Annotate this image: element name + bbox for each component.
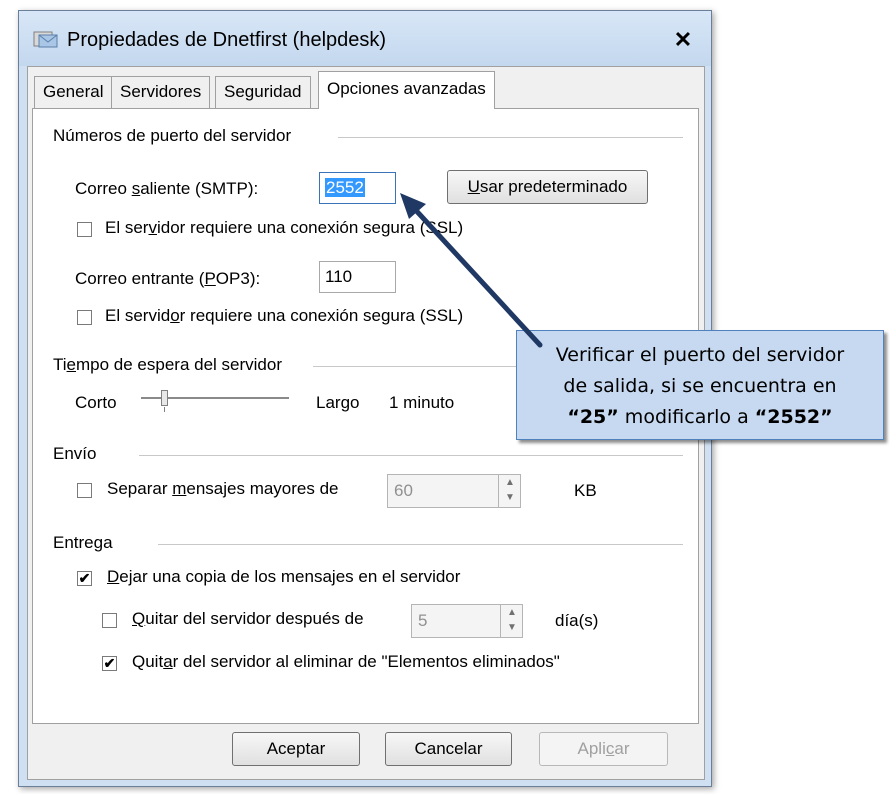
callout-old-port: “25”: [567, 406, 619, 428]
delivery-group-divider: [158, 544, 683, 545]
spin-up-icon[interactable]: ▲: [501, 605, 523, 620]
spin-down-icon[interactable]: ▼: [501, 620, 523, 635]
cancel-button[interactable]: Cancelar: [385, 732, 512, 766]
timeout-slider[interactable]: [141, 389, 289, 412]
remove-deleted-checkbox[interactable]: ✔: [102, 656, 117, 671]
split-size-value: 60: [394, 481, 413, 500]
remove-deleted-label: Quitar del servidor al eliminar de "Elem…: [132, 652, 560, 671]
remove-after-checkbox[interactable]: [102, 613, 117, 628]
spin-down-icon[interactable]: ▼: [499, 490, 521, 505]
split-messages-label: Separar mensajes mayores de: [107, 479, 339, 498]
sending-group-divider: [139, 455, 683, 456]
ports-group-title: Números de puerto del servidor: [53, 126, 292, 145]
callout-line-3: “25” modificarlo a “2552”: [517, 402, 883, 433]
split-size-unit: KB: [574, 481, 597, 500]
tab-seguridad[interactable]: Seguridad: [215, 76, 311, 108]
leave-copy-checkbox[interactable]: ✔: [77, 571, 92, 586]
leave-copy-label: Dejar una copia de los mensajes en el se…: [107, 567, 461, 586]
callout-line-2: de salida, si se encuentra en: [563, 375, 837, 397]
pop3-port-input[interactable]: 110: [319, 261, 396, 293]
split-size-spinner[interactable]: 60 ▲ ▼: [387, 474, 521, 508]
apply-button[interactable]: Aplicar: [539, 732, 668, 766]
split-messages-checkbox[interactable]: [77, 483, 92, 498]
remove-after-spinner[interactable]: 5 ▲ ▼: [411, 604, 523, 638]
split-size-stepper[interactable]: ▲ ▼: [498, 475, 521, 507]
timeout-value: 1 minuto: [389, 393, 455, 412]
tab-opciones-avanzadas[interactable]: Opciones avanzadas: [318, 71, 495, 109]
title-bar[interactable]: Propiedades de Dnetfirst (helpdesk) ✕: [19, 11, 711, 66]
spin-up-icon[interactable]: ▲: [499, 475, 521, 490]
smtp-label: Correo saliente (SMTP):: [75, 179, 259, 198]
smtp-port-value: 2552: [325, 178, 365, 197]
pop3-label: Correo entrante (POP3):: [75, 269, 261, 288]
mail-account-icon: [33, 31, 58, 48]
annotation-callout: Verificar el puerto del servidor de sali…: [516, 330, 884, 440]
window-title: Propiedades de Dnetfirst (helpdesk): [67, 29, 387, 51]
timeout-group-title: Tiempo de espera del servidor: [53, 355, 283, 374]
close-icon: ✕: [673, 27, 693, 52]
timeout-long-label: Largo: [316, 393, 360, 412]
smtp-ssl-checkbox[interactable]: [77, 222, 92, 237]
callout-line-1: Verificar el puerto del servidor: [555, 344, 845, 366]
timeout-short-label: Corto: [75, 393, 117, 412]
callout-mid-text: modificarlo a: [618, 406, 755, 428]
remove-after-unit: día(s): [555, 611, 599, 630]
slider-thumb[interactable]: [161, 390, 168, 406]
remove-after-label: Quitar del servidor después de: [132, 609, 364, 628]
smtp-ssl-label: El servidor requiere una conexión segura…: [105, 218, 464, 237]
ports-group-divider: [338, 137, 683, 138]
use-default-button[interactable]: Usar predeterminado: [447, 170, 648, 204]
remove-after-value: 5: [418, 611, 428, 630]
tab-servidores[interactable]: Servidores: [111, 76, 211, 108]
close-button[interactable]: ✕: [669, 28, 697, 52]
accept-button[interactable]: Aceptar: [232, 732, 360, 766]
remove-after-stepper[interactable]: ▲ ▼: [500, 605, 523, 637]
delivery-group-title: Entrega: [53, 533, 113, 552]
slider-tick: [164, 407, 165, 412]
smtp-port-input[interactable]: 2552: [319, 172, 396, 204]
tab-general[interactable]: General: [34, 76, 113, 108]
pop3-ssl-label: El servidor requiere una conexión segura…: [105, 306, 464, 325]
callout-new-port: “2552”: [754, 406, 833, 428]
pop3-ssl-checkbox[interactable]: [77, 310, 92, 325]
sending-group-title: Envío: [53, 444, 97, 463]
